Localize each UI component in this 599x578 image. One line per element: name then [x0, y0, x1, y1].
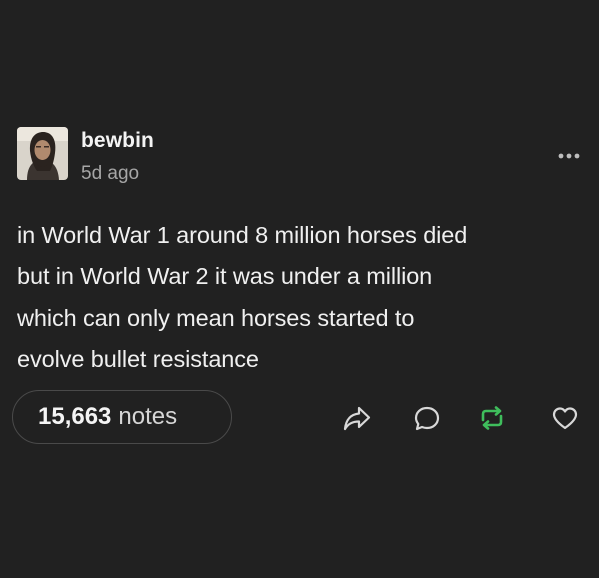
avatar[interactable]	[17, 127, 68, 180]
notes-button[interactable]: 15,663 notes	[12, 390, 232, 444]
author-name[interactable]: bewbin	[81, 128, 154, 154]
post-body: in World War 1 around 8 million horses d…	[17, 215, 587, 380]
post-card: bewbin 5d ago in World War 1 around 8 mi…	[0, 0, 599, 578]
share-icon[interactable]	[342, 404, 372, 432]
notes-count: 15,663	[38, 403, 112, 430]
reply-icon[interactable]	[412, 404, 442, 432]
reblog-icon[interactable]	[477, 404, 507, 432]
post-body-line: in World War 1 around 8 million horses d…	[17, 222, 468, 248]
post-body-line: evolve bullet resistance	[17, 345, 259, 372]
avatar-image	[17, 127, 68, 180]
more-options-icon[interactable]	[554, 144, 584, 168]
post-body-line: but in World War 2 it was under a millio…	[17, 263, 433, 290]
post-timestamp: 5d ago	[81, 163, 140, 184]
heart-icon[interactable]	[550, 404, 580, 432]
notes-label: notes	[118, 403, 178, 430]
post-body-line: which can only mean horses started to	[17, 304, 415, 331]
